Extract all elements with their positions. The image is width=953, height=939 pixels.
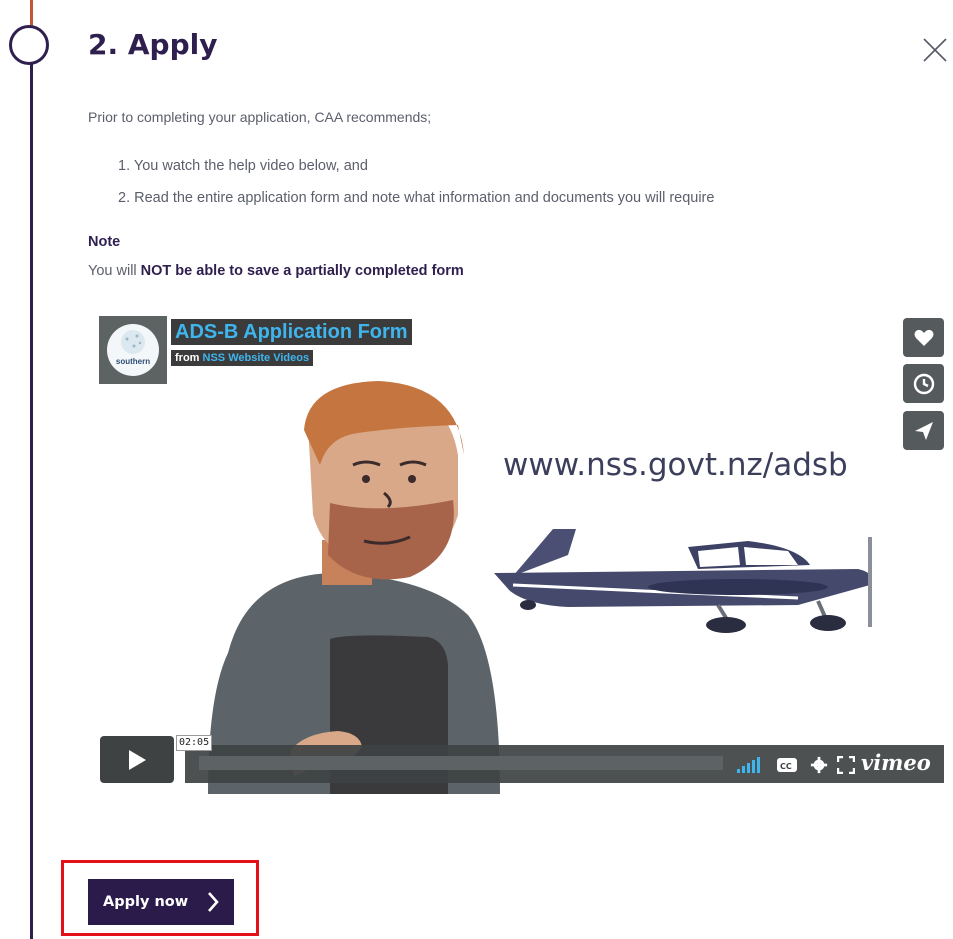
video-thumbnail	[208, 381, 872, 794]
video-player[interactable]: southern ADS-B Application Form from NSS…	[98, 315, 944, 794]
list-item: 2. Read the entire application form and …	[118, 190, 715, 206]
url-text: www.nss.govt.nz/adsb	[503, 447, 848, 483]
apply-now-button[interactable]: Apply now	[88, 879, 234, 925]
close-icon	[923, 38, 947, 62]
settings-icon[interactable]	[809, 756, 829, 774]
timeline-connector	[30, 62, 33, 939]
vimeo-logo[interactable]: vimeo	[861, 750, 931, 775]
close-button[interactable]	[921, 36, 953, 70]
intro-text: Prior to completing your application, CA…	[88, 109, 432, 125]
globe-icon	[121, 330, 145, 354]
fullscreen-icon[interactable]	[837, 756, 855, 774]
svg-text:CC: CC	[780, 762, 792, 771]
recommendations-list: 1. You watch the help video below, and 2…	[118, 150, 714, 214]
like-button[interactable]	[903, 318, 944, 357]
heart-icon	[914, 329, 933, 346]
quality-icon[interactable]	[737, 756, 767, 774]
presenter-illustration	[208, 381, 500, 794]
logo-text: southern	[115, 357, 151, 366]
captions-icon[interactable]: CC	[776, 756, 798, 774]
channel-link[interactable]: NSS Website Videos	[203, 352, 310, 364]
note-heading: Note	[88, 234, 121, 250]
time-tooltip: 02:05	[176, 735, 213, 751]
play-icon	[129, 749, 146, 770]
chevron-right-icon	[208, 892, 219, 912]
share-button[interactable]	[903, 411, 944, 450]
progress-bar[interactable]	[199, 756, 723, 770]
byline-from: from	[175, 352, 200, 364]
airplane-illustration	[494, 529, 872, 633]
watch-later-button[interactable]	[903, 364, 944, 403]
url-overlay: www.nss.govt.nz/adsb	[503, 447, 848, 483]
play-button[interactable]	[100, 736, 174, 783]
video-controls: CC vimeo	[185, 745, 944, 783]
list-item: 1. You watch the help video below, and	[118, 158, 368, 174]
clock-icon	[913, 373, 934, 394]
apply-now-label: Apply now	[103, 894, 189, 910]
timeline-connector-top	[30, 0, 33, 26]
note-prefix: You will	[88, 263, 141, 279]
note-bold: NOT be able to save a partially complete…	[140, 263, 464, 279]
note-text: You will NOT be able to save a partially…	[88, 263, 464, 279]
timeline-step-marker	[9, 25, 49, 65]
channel-logo[interactable]: southern	[99, 316, 167, 384]
step-title: 2. Apply	[88, 28, 218, 61]
video-title-link[interactable]: ADS-B Application Form	[171, 319, 412, 345]
channel-logo-disc: southern	[107, 324, 159, 376]
send-icon	[914, 421, 933, 440]
video-byline: from NSS Website Videos	[171, 350, 314, 366]
